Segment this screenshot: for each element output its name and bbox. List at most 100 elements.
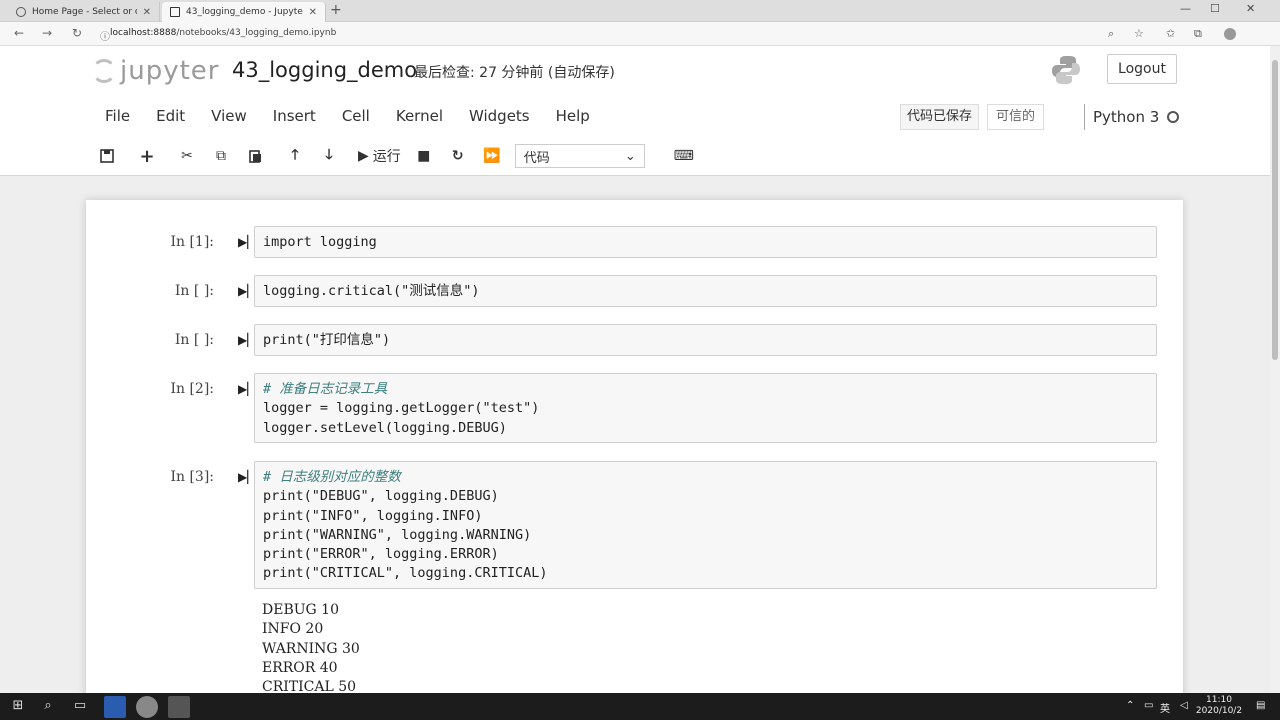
checkpoint-status: 最后检查: 27 分钟前 (自动保存) [414, 65, 615, 81]
code-line: logger.setLevel(logging.DEBUG) [263, 419, 507, 436]
address-bar: ← → ↻ ⓘ localhost:8888/notebooks/43_logg… [0, 22, 1280, 46]
code-line: print("CRITICAL", logging.CRITICAL) [263, 565, 548, 582]
close-window-icon[interactable]: ✕ [1246, 2, 1255, 15]
menu-kernel[interactable]: Kernel [383, 104, 456, 128]
search-icon[interactable]: ⌕ [40, 698, 56, 714]
menu-bar: File Edit View Insert Cell Kernel Widget… [92, 104, 603, 128]
tab-title: Home Page - Select or create a [32, 7, 137, 17]
move-up-icon[interactable]: 🡑 [278, 143, 312, 169]
cell-input[interactable]: logging.critical("测试信息") [254, 275, 1157, 307]
task-view-icon[interactable]: ▭ [72, 698, 88, 714]
loading-icon [16, 7, 26, 17]
jupyter-logo[interactable]: jupyter [92, 56, 219, 86]
output-line: DEBUG 10 [262, 602, 339, 618]
jupyter-header: jupyter 43_logging_demo 最后检查: 27 分钟前 (自动… [0, 46, 1270, 176]
paste-icon[interactable] [238, 143, 272, 169]
logo-text: jupyter [120, 56, 220, 86]
notebook-area: In [1]: ▶▏ import logging In [ ]: ▶▏ log… [0, 177, 1270, 720]
collections-icon[interactable]: ⧉ [1194, 27, 1202, 41]
keyboard-icon[interactable]: ⌨ [667, 143, 701, 169]
code-line: print("WARNING", logging.WARNING) [263, 526, 532, 543]
minimize-icon[interactable]: — [1180, 2, 1191, 15]
play-icon: ▶ [358, 148, 369, 164]
browser-tab-notebook[interactable]: 43_logging_demo - Jupyter Note ✕ [162, 2, 326, 22]
cell-input[interactable]: import logging [254, 226, 1157, 258]
code-line: print("INFO", logging.INFO) [263, 507, 483, 524]
run-button[interactable]: ▶ 运行 [352, 143, 407, 169]
browser-tab-bar: Home Page - Select or create a ✕ 43_logg… [0, 0, 1280, 22]
saved-status-badge: 代码已保存 [900, 104, 980, 130]
tray-chevron-icon[interactable]: ⌃ [1126, 700, 1134, 711]
insert-cell-icon[interactable]: + [130, 143, 164, 169]
logout-button[interactable]: Logout [1107, 54, 1177, 84]
code-line: import logging [263, 234, 377, 250]
output-line: INFO 20 [262, 621, 324, 638]
notification-icon[interactable]: ▤ [1256, 700, 1265, 711]
menu-view[interactable]: View [198, 104, 260, 128]
menu-insert[interactable]: Insert [260, 104, 329, 128]
notebook-toolbar: + ✂ ⧉ 🡑 🡓 ▶ 运行 ■ ↻ ⏩ 代码 ⌄ ⌨ [90, 142, 701, 170]
tab-title: 43_logging_demo - Jupyter Note [186, 7, 303, 17]
close-icon[interactable]: ✕ [309, 7, 317, 18]
forward-icon[interactable]: → [42, 26, 52, 40]
menu-cell[interactable]: Cell [329, 104, 383, 128]
menu-edit[interactable]: Edit [143, 104, 198, 128]
cell-output: DEBUG 10 INFO 20 WARNING 30 ERROR 40 CRI… [254, 595, 368, 703]
avatar[interactable] [1224, 28, 1236, 40]
clock-date: 2020/10/2 [1195, 706, 1243, 716]
python-logo-icon [1052, 56, 1080, 84]
maximize-icon[interactable]: ☐ [1210, 2, 1220, 15]
kernel-name[interactable]: Python 3 [1093, 104, 1159, 130]
output-line: ERROR 40 [262, 659, 338, 676]
trusted-badge[interactable]: 可信的 [987, 104, 1045, 130]
code-line: print("打印信息") [263, 332, 391, 348]
clock[interactable]: 11:10 2020/10/2 [1194, 695, 1244, 717]
cell-input[interactable]: # 日志级别对应的整数 print("DEBUG", logging.DEBUG… [254, 461, 1157, 589]
cell-input[interactable]: print("打印信息") [254, 324, 1157, 356]
restart-run-all-icon[interactable]: ⏩ [475, 143, 509, 169]
notebook-container: In [1]: ▶▏ import logging In [ ]: ▶▏ log… [86, 200, 1183, 720]
cell-prompt: In [ ]: [174, 283, 214, 299]
cell-prompt: In [1]: [170, 234, 214, 250]
interrupt-icon[interactable]: ■ [407, 143, 441, 169]
cell-type-select[interactable]: 代码 ⌄ [514, 144, 645, 168]
kernel-idle-icon [1167, 111, 1180, 123]
terminal-icon[interactable] [168, 696, 190, 718]
browser-icon[interactable] [136, 696, 158, 718]
favorite-star-icon[interactable]: ☆ [1134, 27, 1144, 40]
file-explorer-icon[interactable] [104, 696, 126, 718]
close-icon[interactable]: ✕ [143, 7, 151, 18]
network-icon[interactable]: ▭ [1144, 700, 1153, 711]
back-icon[interactable]: ← [14, 26, 24, 40]
menu-widgets[interactable]: Widgets [456, 104, 543, 128]
output-line: WARNING 30 [262, 640, 360, 657]
copy-icon[interactable]: ⧉ [204, 143, 238, 169]
move-down-icon[interactable]: 🡓 [312, 143, 346, 169]
scrollbar-thumb[interactable] [1272, 60, 1278, 360]
url-field[interactable]: localhost:8888/notebooks/43_logging_demo… [110, 28, 336, 38]
save-icon[interactable] [90, 143, 124, 169]
code-line: logger = logging.getLogger("test") [263, 400, 540, 417]
ime-indicator[interactable]: 英 [1160, 700, 1170, 715]
cut-icon[interactable]: ✂ [170, 143, 204, 169]
favorites-icon[interactable]: ✩ [1166, 27, 1175, 40]
new-tab-button[interactable]: + [330, 2, 342, 18]
reload-icon[interactable]: ↻ [72, 26, 82, 40]
menu-file[interactable]: File [92, 104, 143, 128]
restart-icon[interactable]: ↻ [441, 143, 475, 169]
chevron-down-icon: ⌄ [624, 148, 636, 164]
cell-prompt: In [2]: [170, 381, 214, 397]
menu-help[interactable]: Help [543, 104, 603, 128]
windows-start-icon[interactable]: ⊞ [10, 698, 26, 714]
browser-tab-home[interactable]: Home Page - Select or create a ✕ [8, 2, 160, 22]
info-icon[interactable]: ⓘ [100, 28, 110, 43]
notebook-name[interactable]: 43_logging_demo [232, 58, 417, 82]
code-comment: # 准备日志记录工具 [263, 381, 388, 397]
cell-input[interactable]: # 准备日志记录工具 logger = logging.getLogger("t… [254, 373, 1157, 443]
jupyter-orbit-icon [92, 59, 116, 83]
volume-icon[interactable]: ◁ [1180, 700, 1188, 711]
zoom-icon[interactable]: ⌕ [1108, 27, 1114, 41]
windows-taskbar: ⊞ ⌕ ▭ ⌃ ▭ 英 ◁ 11:10 2020/10/2 ▤ [0, 693, 1280, 720]
cell-prompt: In [ ]: [174, 332, 214, 348]
vertical-scrollbar[interactable] [1270, 46, 1280, 693]
